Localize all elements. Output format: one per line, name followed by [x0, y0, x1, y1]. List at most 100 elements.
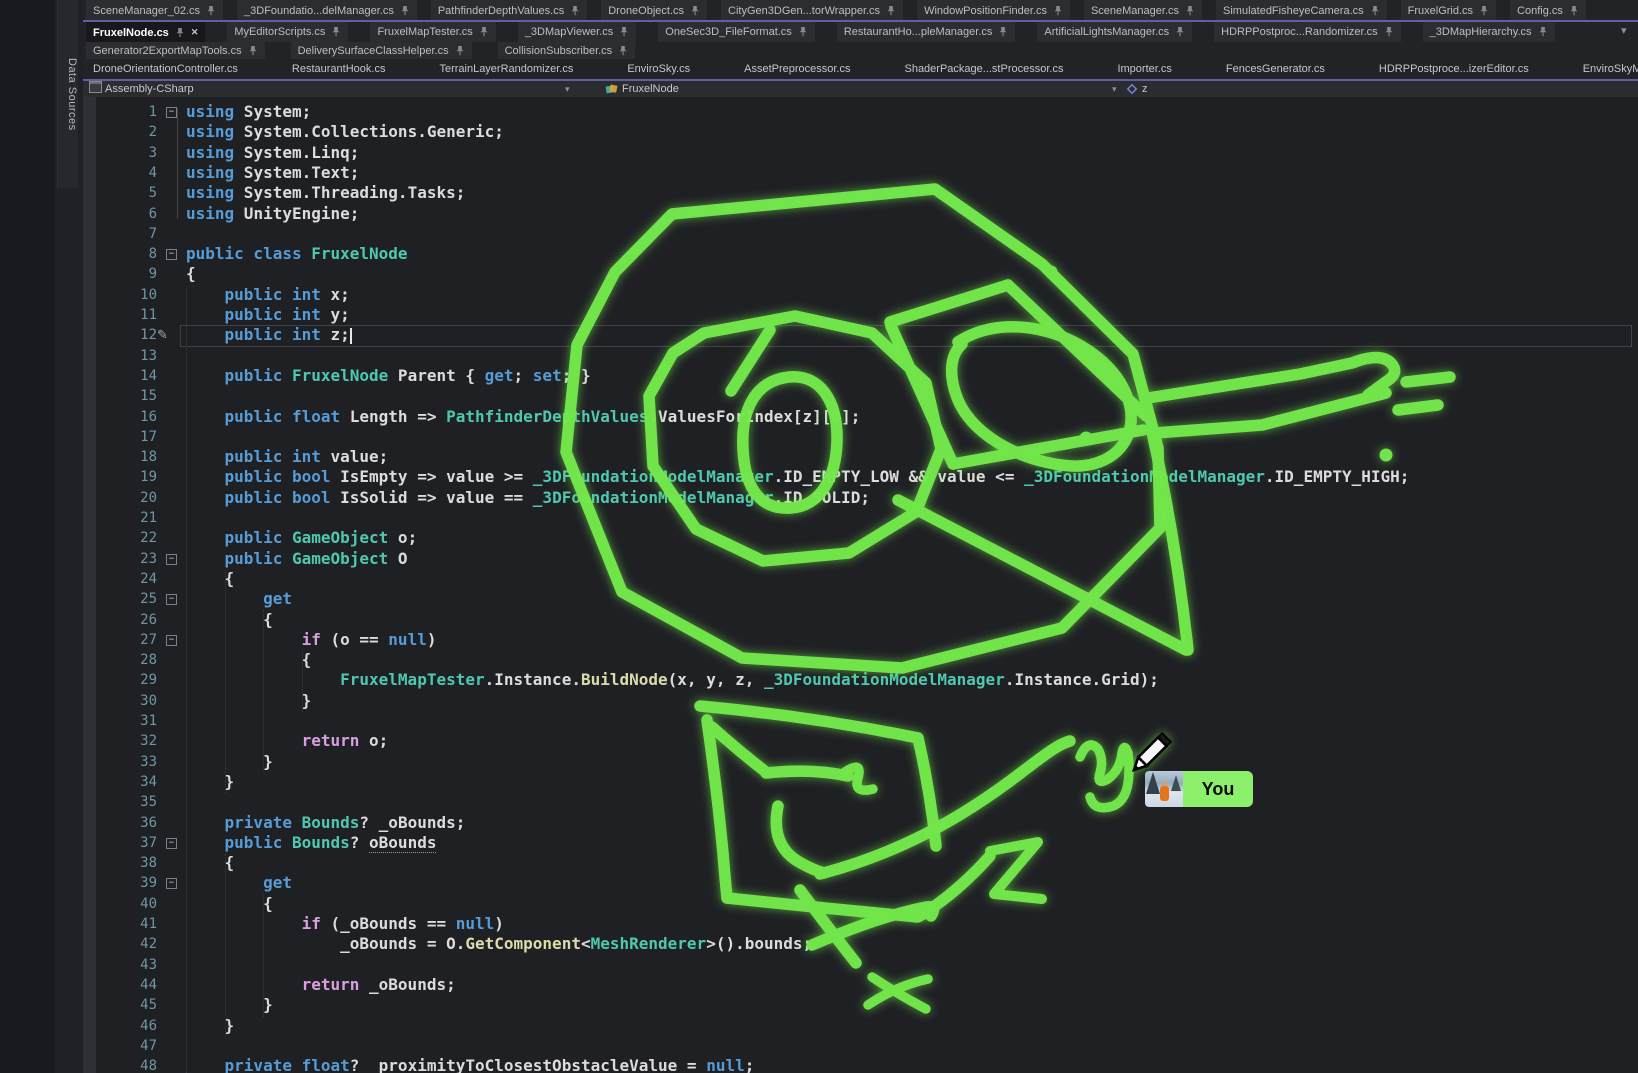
code-line: } [186, 752, 273, 772]
line-number: 18 [100, 447, 157, 467]
line-number: 13 [100, 346, 157, 366]
code-line: public int y; [186, 305, 350, 325]
line-number: 45 [100, 995, 157, 1015]
line-number: 27 [100, 630, 157, 650]
line-number: 16 [100, 407, 157, 427]
code-line: _oBounds = O.GetComponent<MeshRenderer>(… [186, 934, 812, 954]
fold-collapse-icon[interactable]: − [166, 635, 177, 646]
line-number: 14 [100, 366, 157, 386]
code-line: public GameObject O [186, 549, 408, 569]
line-number: 25 [100, 589, 157, 609]
code-line: } [186, 772, 234, 792]
line-number: 26 [100, 610, 157, 630]
code-line: get [186, 589, 292, 609]
code-line: public float Length => PathfinderDepthVa… [186, 407, 860, 427]
code-line: if (_oBounds == null) [186, 914, 504, 934]
line-number: 37 [100, 833, 157, 853]
code-line: } [186, 691, 311, 711]
code-line: return o; [186, 731, 388, 751]
code-line: public Bounds? oBounds [186, 833, 436, 853]
code-line: using System.Collections.Generic; [186, 122, 504, 142]
line-number: 42 [100, 934, 157, 954]
fold-collapse-icon[interactable]: − [166, 838, 177, 849]
code-line: public bool IsEmpty => value >= _3DFound… [186, 467, 1409, 487]
line-number: 11 [100, 305, 157, 325]
code-line: private float? _proximityToClosestObstac… [186, 1056, 754, 1073]
code-line: using System.Linq; [186, 143, 359, 163]
line-number: 44 [100, 975, 157, 995]
code-line: using UnityEngine; [186, 204, 359, 224]
line-number: 5 [100, 183, 157, 203]
fold-collapse-icon[interactable]: − [166, 594, 177, 605]
code-line: public FruxelNode Parent { get; set; } [186, 366, 591, 386]
line-number: 31 [100, 711, 157, 731]
code-line: { [186, 853, 234, 873]
line-number: 36 [100, 813, 157, 833]
line-number: 29 [100, 670, 157, 690]
code-line: { [186, 650, 311, 670]
line-number: 17 [100, 427, 157, 447]
code-line: private Bounds? _oBounds; [186, 813, 465, 833]
line-number: 20 [100, 488, 157, 508]
line-number: 15 [100, 386, 157, 406]
indent-guide [263, 894, 264, 1017]
line-number: 28 [100, 650, 157, 670]
line-number: 48 [100, 1056, 157, 1073]
code-line: public int x; [186, 285, 350, 305]
line-number: 32 [100, 731, 157, 751]
line-number: 34 [100, 772, 157, 792]
vs-window: Data Sources SceneManager_02.cs_3DFounda… [0, 0, 1638, 1073]
indent-guide [263, 610, 264, 772]
code-line: public class FruxelNode [186, 244, 408, 264]
line-number: 9 [100, 264, 157, 284]
code-line: if (o == null) [186, 630, 436, 650]
line-number: 40 [100, 894, 157, 914]
fold-collapse-icon[interactable]: − [166, 878, 177, 889]
code-line: public int value; [186, 447, 388, 467]
code-line: { [186, 610, 273, 630]
line-number: 10 [100, 285, 157, 305]
code-line: FruxelMapTester.Instance.BuildNode(x, y,… [186, 670, 1159, 690]
indent-guide [225, 854, 226, 1038]
line-number: 3 [100, 143, 157, 163]
code-line: { [186, 569, 234, 589]
line-number: 1 [100, 102, 157, 122]
code-line: get [186, 873, 292, 893]
line-number: 22 [100, 528, 157, 548]
code-line: using System.Text; [186, 163, 359, 183]
line-number: 4 [100, 163, 157, 183]
fold-collapse-icon[interactable]: − [166, 249, 177, 260]
line-number: 46 [100, 1016, 157, 1036]
code-layer: 1using System;−2using System.Collections… [0, 0, 1638, 1073]
code-line: public bool IsSolid => value == _3DFound… [186, 488, 870, 508]
code-line: using System; [186, 102, 311, 122]
line-number: 8 [100, 244, 157, 264]
line-number: 24 [100, 569, 157, 589]
code-line: } [186, 1016, 234, 1036]
line-number: 43 [100, 955, 157, 975]
line-number: 6 [100, 204, 157, 224]
indent-guide [225, 570, 226, 793]
line-number: 12 [100, 325, 157, 345]
code-line: { [186, 894, 273, 914]
line-number: 2 [100, 122, 157, 142]
line-number: 38 [100, 853, 157, 873]
code-line: public int z; [186, 325, 350, 345]
presence-name-label: You [1183, 771, 1253, 807]
line-number: 21 [100, 508, 157, 528]
line-number: 23 [100, 549, 157, 569]
line-number: 39 [100, 873, 157, 893]
indent-guide [302, 651, 303, 712]
line-number: 41 [100, 914, 157, 934]
line-number: 7 [100, 224, 157, 244]
fold-collapse-icon[interactable]: − [166, 554, 177, 565]
code-line: return _oBounds; [186, 975, 456, 995]
line-number: 47 [100, 1036, 157, 1056]
fold-collapse-icon[interactable]: − [166, 107, 177, 118]
line-number: 35 [100, 792, 157, 812]
line-number: 19 [100, 467, 157, 487]
code-line: } [186, 995, 273, 1015]
collaborator-avatar [1145, 771, 1183, 807]
collaborator-presence-chip: You [1145, 771, 1253, 807]
code-line: using System.Threading.Tasks; [186, 183, 465, 203]
